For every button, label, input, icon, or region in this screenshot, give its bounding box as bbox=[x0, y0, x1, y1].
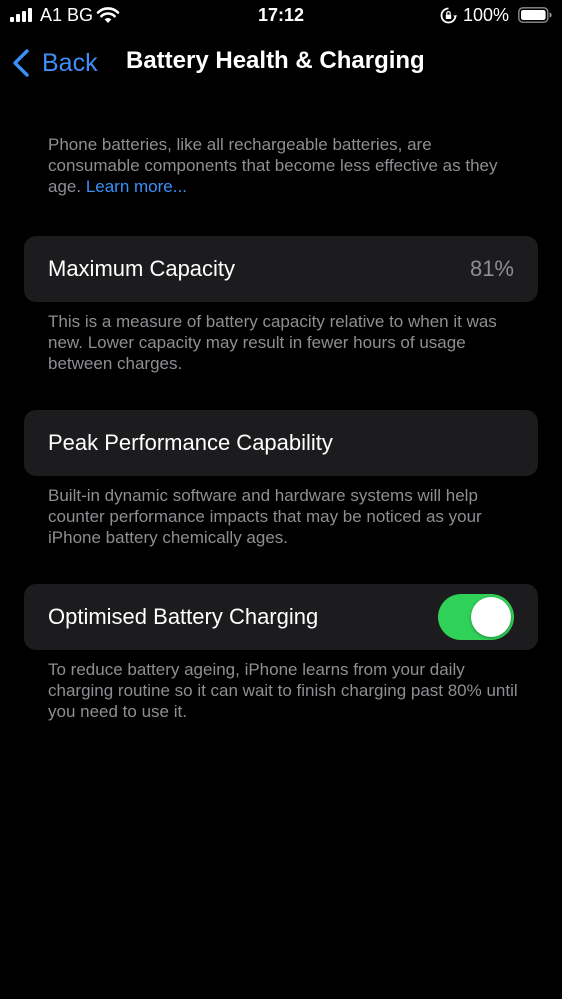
back-button[interactable]: Back bbox=[10, 44, 98, 82]
learn-more-link[interactable]: Learn more... bbox=[86, 177, 187, 196]
optimised-charging-footer: To reduce battery ageing, iPhone learns … bbox=[48, 660, 518, 721]
peak-performance-row[interactable]: Peak Performance Capability bbox=[24, 410, 538, 476]
maximum-capacity-footer: This is a measure of battery capacity re… bbox=[48, 312, 497, 373]
orientation-lock-icon bbox=[440, 7, 457, 24]
chevron-left-icon bbox=[13, 49, 29, 77]
intro-description: Phone batteries, like all rechargeable b… bbox=[48, 134, 528, 197]
optimised-charging-toggle[interactable] bbox=[438, 594, 514, 640]
navigation-bar: Back Battery Health & Charging bbox=[0, 40, 562, 86]
toggle-knob bbox=[471, 597, 511, 637]
battery-percent: 100% bbox=[463, 5, 510, 25]
peak-performance-footer: Built-in dynamic software and hardware s… bbox=[48, 486, 482, 547]
maximum-capacity-label: Maximum Capacity bbox=[48, 256, 236, 281]
optimised-charging-label: Optimised Battery Charging bbox=[48, 604, 319, 629]
peak-performance-label: Peak Performance Capability bbox=[48, 430, 333, 455]
battery-icon bbox=[518, 7, 552, 23]
back-label: Back bbox=[42, 48, 98, 77]
maximum-capacity-row: Maximum Capacity 81% bbox=[24, 236, 538, 302]
status-bar: A1 BG 17:12 100% bbox=[0, 0, 562, 30]
page-title: Battery Health & Charging bbox=[126, 47, 425, 74]
optimised-charging-row: Optimised Battery Charging bbox=[24, 584, 538, 650]
maximum-capacity-value: 81% bbox=[469, 256, 514, 281]
